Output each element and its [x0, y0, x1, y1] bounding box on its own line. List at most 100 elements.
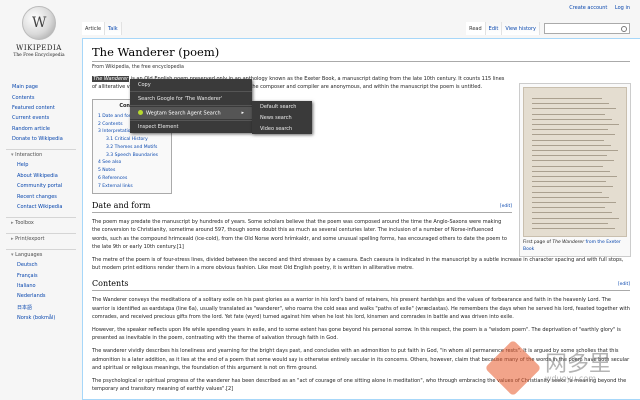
sidebar-item[interactable]: Donate to Wikipedia	[0, 134, 76, 144]
personal-tools: Create account Log in	[563, 5, 630, 11]
context-inspect-element[interactable]: Inspect Element	[130, 122, 252, 133]
submenu-default-search[interactable]: Default search	[252, 101, 312, 112]
sidebar-item[interactable]: Community portal	[0, 181, 76, 191]
edit-section-link[interactable]: [edit]	[618, 282, 630, 287]
manuscript-line	[532, 155, 607, 157]
manuscript-line	[532, 217, 619, 219]
search-input[interactable]	[544, 23, 630, 34]
context-wegtam-search[interactable]: Wegtam Search Agent Search ▸	[130, 107, 252, 119]
context-submenu: Default search News search Video search	[252, 101, 312, 134]
thumbnail: First page of The Wanderer from the Exet…	[519, 83, 631, 257]
section-heading-date: Date and form [edit]	[92, 201, 512, 214]
wikipedia-logo[interactable]: WIKIPEDIA The Free Encyclopedia	[8, 6, 70, 58]
sidebar-item[interactable]: Contact Wikipedia	[0, 202, 76, 212]
tab-history[interactable]: View history	[502, 22, 540, 35]
sidebar-item[interactable]: About Wikipedia	[0, 171, 76, 181]
language-link[interactable]: Français	[0, 271, 76, 281]
sidebar-item[interactable]: Help	[0, 160, 76, 170]
sidebar-item[interactable]: Featured content	[0, 103, 76, 113]
toc-item[interactable]: 5 Notes	[98, 167, 166, 175]
menu-separator	[130, 119, 252, 121]
manuscript-line	[532, 207, 605, 209]
manuscript-line	[532, 191, 602, 193]
language-link[interactable]: Nederlands	[0, 291, 76, 301]
portal-interaction-header[interactable]: Interaction	[6, 149, 76, 160]
manuscript-line	[532, 108, 616, 110]
logo-tagline: The Free Encyclopedia	[13, 53, 65, 58]
manuscript-line	[532, 144, 611, 146]
section-title: Contents	[92, 279, 129, 289]
manuscript-line	[532, 181, 606, 183]
sidebar-item[interactable]: Random article	[0, 124, 76, 134]
page-title: The Wanderer (poem)	[92, 45, 630, 62]
date-paragraph-2: The metre of the poem is of four-stress …	[92, 257, 624, 272]
manuscript-line	[532, 165, 603, 167]
thumb-caption: First page of The Wanderer from the Exet…	[523, 240, 621, 252]
manuscript-image[interactable]	[523, 87, 627, 237]
submenu-video-search[interactable]: Video search	[252, 123, 312, 134]
toc-item[interactable]: 6 References	[98, 175, 166, 183]
manuscript-line	[532, 103, 609, 105]
context-search-google[interactable]: Search Google for 'The Wanderer'	[130, 93, 252, 104]
toc-item[interactable]: 3.3 Speech Boundaries	[98, 151, 166, 159]
view-tabs: Read Edit View history	[466, 22, 630, 35]
portal-print-header[interactable]: Print/export	[6, 233, 76, 244]
language-link[interactable]: Norsk (bokmål)	[0, 313, 76, 323]
manuscript-line	[532, 98, 602, 99]
date-paragraph-1: The poem may predate the manuscript by h…	[92, 219, 507, 250]
manuscript-line	[532, 160, 614, 162]
manuscript-line	[532, 212, 612, 214]
interaction-list: Help About Wikipedia Community portal Re…	[0, 160, 76, 212]
context-copy[interactable]: Copy	[130, 79, 252, 90]
context-menu: Copy Search Google for 'The Wanderer' We…	[130, 79, 252, 133]
login-link[interactable]: Log in	[615, 5, 630, 11]
tab-read[interactable]: Read	[466, 22, 486, 35]
menu-separator	[130, 105, 252, 106]
section-heading-contents: Contents [edit]	[92, 279, 630, 292]
language-link[interactable]: 日本語	[0, 302, 76, 313]
manuscript-line	[532, 222, 608, 224]
edit-section-link[interactable]: [edit]	[500, 204, 512, 209]
toc-item[interactable]: 4 See also	[98, 159, 166, 167]
tab-edit[interactable]: Edit	[485, 22, 503, 35]
sidebar-item[interactable]: Main page	[0, 82, 76, 92]
sidebar-item[interactable]: Contents	[0, 92, 76, 102]
chevron-right-icon: ▸	[241, 109, 244, 116]
contents-paragraph-2: However, the speaker reflects upon life …	[92, 327, 621, 342]
portal-toolbox-header[interactable]: Toolbox	[6, 217, 76, 228]
wegtam-icon	[138, 109, 143, 115]
contents-paragraph-1: The Wanderer conveys the meditations of …	[92, 297, 630, 320]
manuscript-line	[532, 186, 613, 188]
manuscript-line	[532, 196, 609, 198]
manuscript-line	[532, 228, 615, 229]
languages-list: Deutsch Français Italiano Nederlands 日本語…	[0, 260, 76, 323]
tab-talk[interactable]: Talk	[105, 22, 122, 35]
manuscript-line	[532, 139, 604, 141]
toc-item[interactable]: 3.1 Critical History	[98, 136, 166, 144]
manuscript-line	[532, 129, 608, 131]
manuscript-line	[532, 134, 615, 136]
portal-languages-header[interactable]: Languages	[6, 249, 76, 260]
language-link[interactable]: Deutsch	[0, 260, 76, 270]
manuscript-line	[532, 150, 618, 151]
sidebar-item[interactable]: Current events	[0, 113, 76, 123]
watermark-logo-icon	[484, 339, 542, 397]
language-link[interactable]: Italiano	[0, 281, 76, 291]
toc-item[interactable]: 3.2 Themes and Motifs	[98, 144, 166, 152]
sidebar-item[interactable]: Recent changes	[0, 191, 76, 201]
manuscript-line	[532, 113, 605, 115]
watermark: 网多里 wduoyu.com	[484, 339, 632, 397]
tab-article[interactable]: Article	[82, 22, 106, 35]
namespace-tabs: Article Talk	[82, 22, 122, 35]
section-title: Date and form	[92, 201, 151, 211]
selected-text[interactable]: The Wanderer	[92, 76, 130, 82]
toc-item[interactable]: 7 External links	[98, 182, 166, 190]
watermark-url: wduoyu.com	[545, 374, 597, 383]
menu-separator	[130, 91, 252, 92]
site-sub: From Wikipedia, the free encyclopedia	[92, 65, 184, 70]
submenu-news-search[interactable]: News search	[252, 112, 312, 123]
globe-icon	[22, 6, 56, 40]
manuscript-line	[532, 124, 619, 125]
create-account-link[interactable]: Create account	[569, 5, 607, 11]
manuscript-line	[532, 202, 616, 203]
